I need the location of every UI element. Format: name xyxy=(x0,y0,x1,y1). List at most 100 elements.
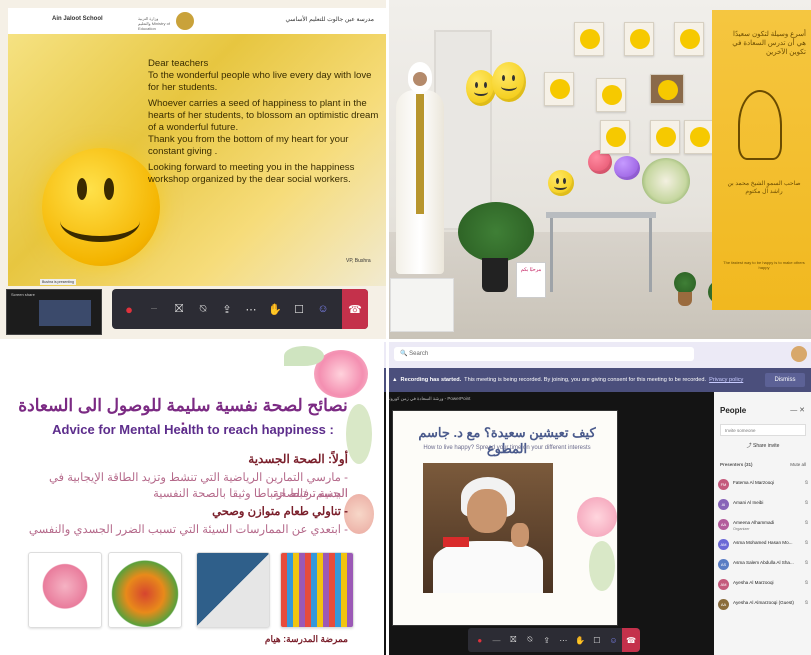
tip-line: - ابتعدي عن الممارسات السيئة التي تسبب ا… xyxy=(28,524,348,536)
participant-name: Amani Al Ineibi xyxy=(733,500,764,505)
share-screen-icon[interactable]: ⇪ xyxy=(216,298,238,320)
participants-icon[interactable]: ☺ xyxy=(606,632,622,648)
share-invite-button[interactable]: ⤴ Share invite xyxy=(720,442,806,454)
record-icon[interactable]: ● xyxy=(118,298,140,320)
leaf-decoration xyxy=(284,346,324,366)
collage: Ain Jaloot School وزارة التربية والتعليم… xyxy=(0,0,811,655)
mic-off-icon[interactable]: ⍉ xyxy=(805,580,808,586)
speaker-tag xyxy=(443,537,469,547)
screen-share-thumbnail[interactable]: Screen share xyxy=(6,289,102,335)
mic-off-icon[interactable]: ⍉ xyxy=(192,298,214,320)
search-bar[interactable]: 🔍 Search xyxy=(394,347,694,361)
mic-off-icon[interactable]: ⍉ xyxy=(805,600,808,606)
participant-name: Ameena Alhammadi xyxy=(733,520,775,525)
participant-avatar: AA xyxy=(718,519,729,530)
participant-row[interactable]: AI Amani Al Ineibi ⍉ xyxy=(718,496,808,516)
glass-table xyxy=(546,212,656,292)
participant-name: Asma Salem Abdulla Al Sha... xyxy=(733,560,794,565)
signature: VP, Bushra xyxy=(346,258,371,264)
mic-off-icon[interactable]: ⍉ xyxy=(805,540,808,546)
smiley-frame xyxy=(684,120,714,154)
message-paragraph: Whoever carries a seed of happiness to p… xyxy=(148,97,379,134)
share-screen-icon[interactable]: ⇪ xyxy=(539,632,555,648)
participant-name: Ayesha Al Almarzooqi (Guest) xyxy=(733,600,794,605)
participant-row[interactable]: AM Ayesha Al Marzooqi ⍉ xyxy=(718,576,808,596)
smiley-ball-image xyxy=(42,148,160,266)
participant-avatar: AA xyxy=(718,599,729,610)
hang-up-button[interactable]: ☎ xyxy=(622,628,640,652)
message-body: Dear teachers To the wonderful people wh… xyxy=(148,58,380,189)
poster-title-en: Advice for Mental Health to reach happin… xyxy=(52,422,334,437)
school-name-en: Ain Jaloot School xyxy=(52,16,103,22)
welcome-card: مرحبًا بكم xyxy=(516,262,546,298)
banner-quote: أسرع وسيلة لتكون سعيدًا هي أن تدرس السعا… xyxy=(732,31,806,56)
happiness-message-screenshot: Ain Jaloot School وزارة التربية والتعليم… xyxy=(0,0,388,340)
message-paragraph: Thank you from the bottom of my heart fo… xyxy=(148,134,349,158)
participant-avatar: AS xyxy=(718,559,729,570)
smiley-frame xyxy=(650,120,680,154)
privacy-policy-link[interactable]: Privacy policy xyxy=(709,377,743,383)
meeting-toolbar: ● — ⛝ ⍉ ⇪ ⋯ ✋ ☐ ☺ ☎ xyxy=(112,289,368,329)
chat-icon[interactable]: ☐ xyxy=(589,632,605,648)
exercise-brain-image xyxy=(28,552,102,628)
smiley-frame xyxy=(596,78,626,112)
user-avatar[interactable] xyxy=(791,346,807,362)
participant-row[interactable]: AS Asma Salem Abdulla Al Sha... ⍉ xyxy=(718,556,808,576)
speaker-video xyxy=(423,463,553,593)
potted-palm xyxy=(458,202,534,262)
raise-hand-icon[interactable]: ✋ xyxy=(264,298,286,320)
teams-meeting-screenshot: 🔍 Search ▲ Recording has started. This m… xyxy=(384,340,811,655)
invite-input[interactable]: Invite someone xyxy=(720,424,806,436)
collage-divider xyxy=(0,339,811,342)
mental-health-poster-screenshot: نصائح لصحة نفسية سليمة للوصول الى السعاد… xyxy=(0,340,384,655)
close-icon[interactable]: — ✕ xyxy=(790,406,805,414)
raise-hand-icon[interactable]: ✋ xyxy=(572,632,588,648)
flower-bouquet xyxy=(642,158,690,204)
mic-off-icon[interactable]: ⍉ xyxy=(805,560,808,566)
chat-icon[interactable]: ☐ xyxy=(288,298,310,320)
slide-title-ar: كيف تعيشين سعيدة؟ مع د. جاسم المطوع xyxy=(418,425,596,456)
mic-off-icon[interactable]: ⍉ xyxy=(805,480,808,486)
mic-off-icon[interactable]: ⍉ xyxy=(522,632,538,648)
participant-avatar: FM xyxy=(718,479,729,490)
dismiss-button[interactable]: Dismiss xyxy=(765,373,805,387)
participants-icon[interactable]: ☺ xyxy=(312,298,334,320)
more-actions-icon[interactable]: ⋯ xyxy=(556,632,572,648)
participant-list: FM Fatema Al Marzooqi ⍉ AI Amani Al Ineibi ⍉ A… xyxy=(718,476,808,616)
happiness-banner: أسرع وسيلة لتكون سعيدًا هي أن تدرس السعا… xyxy=(712,10,811,310)
tip-heading: - تناولي طعام متوازن وصحي xyxy=(212,506,348,518)
presenters-header[interactable]: Presenters (31) Mute all xyxy=(720,462,806,467)
presenters-label: Presenters (31) xyxy=(720,462,753,467)
shared-slide: كيف تعيشين سعيدة؟ مع د. جاسم المطوع How … xyxy=(392,410,618,626)
mic-off-icon[interactable]: ⍉ xyxy=(805,500,808,506)
slide-subtitle: How to live happy? Spread your time on y… xyxy=(423,445,591,451)
portrait-sketch-icon xyxy=(738,90,782,160)
participant-role: Organizer xyxy=(733,527,750,531)
mic-off-icon[interactable]: ⍉ xyxy=(805,520,808,526)
recording-message: This meeting is being recorded. By joini… xyxy=(464,377,707,383)
mute-all-button[interactable]: Mute all xyxy=(790,462,806,467)
participant-row[interactable]: FM Fatema Al Marzooqi ⍉ xyxy=(718,476,808,496)
record-icon[interactable]: ● xyxy=(472,632,488,648)
leaf-decoration xyxy=(589,541,615,591)
poster-footer: ممرضة المدرسة: هيام xyxy=(264,634,348,644)
search-icon: 🔍 xyxy=(400,351,410,357)
poster: نصائح لصحة نفسية سليمة للوصول الى السعاد… xyxy=(8,346,378,651)
leaf-decoration xyxy=(346,404,372,464)
smiley-frame xyxy=(674,22,704,56)
thumbnail-label: Screen share xyxy=(11,292,35,297)
title-bar: 🔍 Search xyxy=(384,340,811,368)
pink-flower-decoration xyxy=(577,497,617,537)
banner-attribution: صاحب السمو الشيخ محمد بن راشد آل مكتوم xyxy=(727,181,801,195)
shared-slide: Ain Jaloot School وزارة التربية والتعليم… xyxy=(8,8,386,286)
participant-row[interactable]: AM Asma Mohamed Hasan Mo... ⍉ xyxy=(718,536,808,556)
camera-off-icon[interactable]: ⛝ xyxy=(168,298,190,320)
more-actions-icon[interactable]: ⋯ xyxy=(240,298,262,320)
camera-off-icon[interactable]: ⛝ xyxy=(505,632,521,648)
hang-up-button[interactable]: ☎ xyxy=(342,289,368,329)
participant-row[interactable]: AA Ameena Alhammadi Organizer ⍉ xyxy=(718,516,808,536)
banner-english: The fastest way to be happy is to make o… xyxy=(723,260,805,270)
participant-row[interactable]: AA Ayesha Al Almarzooqi (Guest) ⍉ xyxy=(718,596,808,616)
slide-header: Ain Jaloot School وزارة التربية والتعليم… xyxy=(8,8,386,34)
participant-avatar: AM xyxy=(718,579,729,590)
